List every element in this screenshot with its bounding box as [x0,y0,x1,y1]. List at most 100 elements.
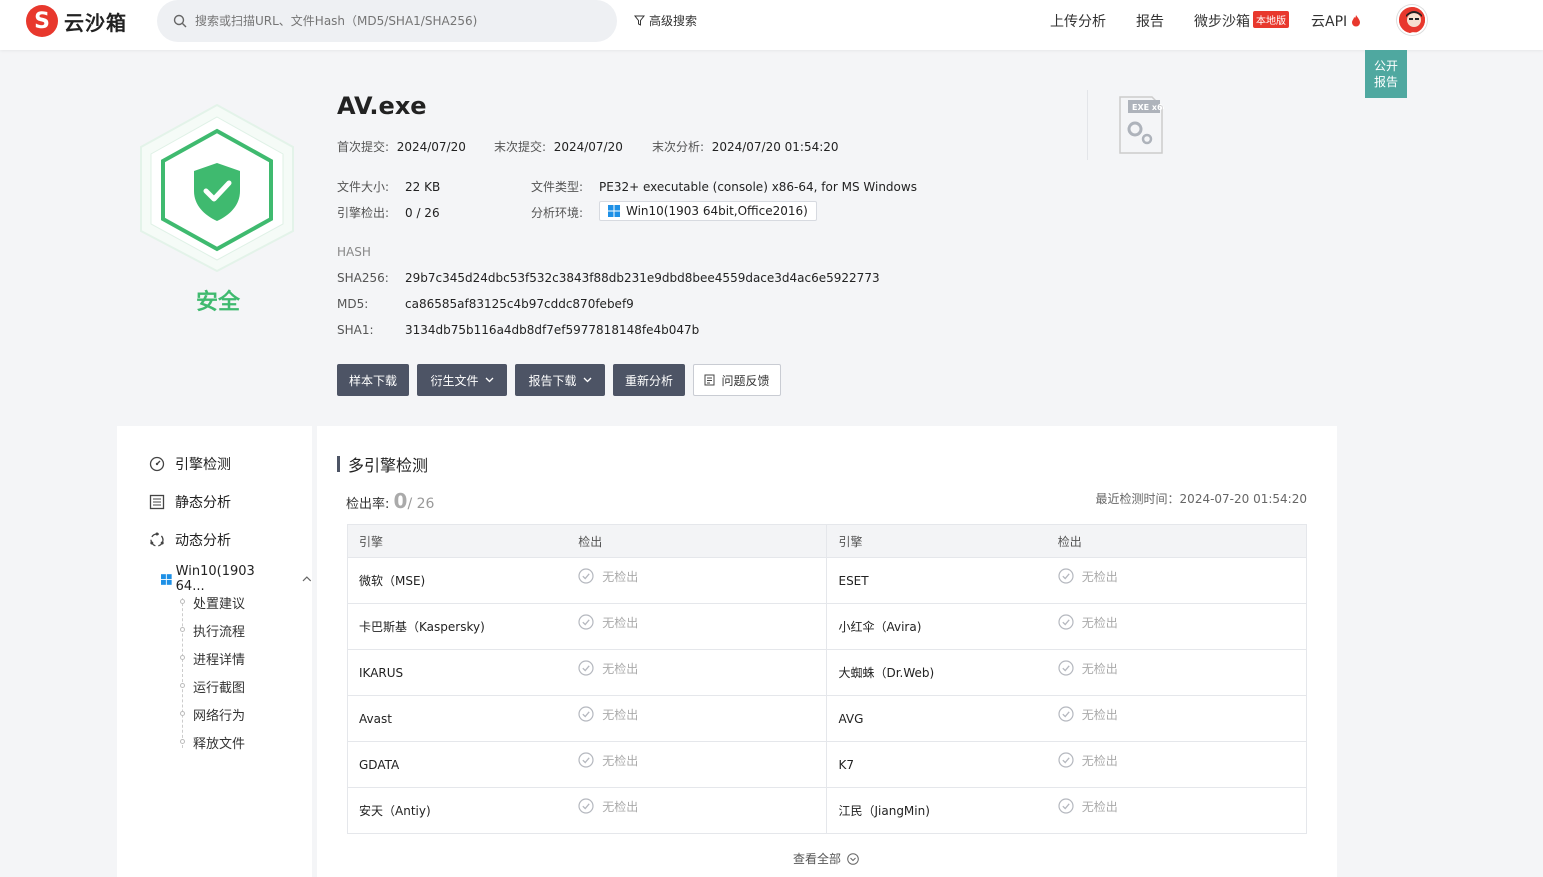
engine-result: 无检出 [1046,741,1307,788]
env-tag[interactable]: Win10(1903 64bit,Office2016) [599,201,817,221]
sidebar-sub-process-details[interactable]: 进程详情 [193,649,245,668]
sha256-value[interactable]: 29b7c345d24dbc53f532c3843f88db231e9dbd8b… [405,271,880,285]
nav-local-sandbox[interactable]: 微步沙箱 本地版 [1194,11,1289,31]
search-input[interactable] [195,14,595,28]
engine-result: 无检出 [1046,787,1307,834]
public-report-button[interactable]: 公开报告 [1365,50,1407,98]
check-circle-icon [578,752,594,768]
verdict-shield [138,103,296,273]
table-row: 安天（Antiy) 无检出 江民（JiangMin) 无检出 [347,787,1307,834]
tree-dot [180,711,185,716]
tree-dot [180,599,185,604]
filter-icon [634,15,645,26]
hash-heading: HASH [337,245,371,259]
exe-file-icon: EXE x64 [1118,95,1169,155]
engine-name: 江民（JiangMin) [826,787,1047,834]
last-detection-time: 最近检测时间：2024-07-20 01:54:20 [1095,492,1307,506]
nav-cloud-api[interactable]: 云API [1311,11,1361,31]
last-analysis: 末次分析: 2024/07/20 01:54:20 [652,140,839,154]
sidebar-env-item[interactable]: Win10(1903 64... [161,564,312,594]
sidebar-sub-execution-flow[interactable]: 执行流程 [193,621,245,640]
search-bar[interactable] [157,0,617,42]
engine-result: 无检出 [567,787,828,834]
sidebar-sub-network[interactable]: 网络行为 [193,705,245,724]
engine-result: 无检出 [1046,603,1307,650]
check-circle-icon [1058,660,1074,676]
first-submit: 首次提交: 2024/07/20 [337,140,466,154]
engine-name: 大蜘蛛（Dr.Web) [826,649,1047,696]
engine-name: 小红伞（Avira) [826,603,1047,650]
sidebar-sub-screenshots[interactable]: 运行截图 [193,677,245,696]
sidebar-item-engine-detection[interactable]: 引擎检测 [149,454,231,474]
check-circle-icon [578,660,594,676]
user-avatar[interactable] [1397,5,1427,35]
tree-dot [180,627,185,632]
col-engine: 引擎 [826,524,1047,558]
engine-name: K7 [826,741,1047,788]
derived-files-button[interactable]: 衍生文件 [417,364,507,396]
cycle-icon [150,532,164,547]
check-circle-icon [1058,798,1074,814]
engine-name: GDATA [347,741,568,788]
engine-result: 无检出 [567,649,828,696]
logo-text: 云沙箱 [64,10,127,35]
download-sample-button[interactable]: 样本下载 [337,364,409,396]
table-row: Avast 无检出 AVG 无检出 [347,695,1307,742]
engine-result: 无检出 [1046,695,1307,742]
engine-name: IKARUS [347,649,568,696]
sidebar-item-dynamic-analysis[interactable]: 动态分析 [149,530,231,550]
download-report-button[interactable]: 报告下载 [515,364,605,396]
engine-name: 安天（Antiy) [347,787,568,834]
windows-icon [161,573,172,585]
feedback-button[interactable]: 问题反馈 [693,364,781,396]
sidebar-item-static-analysis[interactable]: 静态分析 [149,492,231,512]
exe-icon-label: EXE x64 [1132,103,1164,112]
nav-report[interactable]: 报告 [1136,11,1164,31]
engine-result: 无检出 [1046,649,1307,696]
tree-dot [180,683,185,688]
list-icon [149,494,165,510]
advanced-search-link[interactable]: 高级搜索 [634,12,697,29]
shield-hexagon-icon [140,103,294,273]
table-row: IKARUS 无检出 大蜘蛛（Dr.Web) 无检出 [347,649,1307,696]
col-engine: 引擎 [347,524,568,558]
sha1-value[interactable]: 3134db75b116a4db8df7ef5977818148fe4b047b [405,323,699,337]
local-badge: 本地版 [1253,11,1289,28]
table-row: 卡巴斯基（Kaspersky) 无检出 小红伞（Avira) 无检出 [347,603,1307,650]
check-circle-icon [1058,614,1074,630]
file-name: AV.exe [337,92,427,120]
col-result: 检出 [1046,524,1307,558]
sidebar: 引擎检测 静态分析 动态分析 Win10(1903 64... 处置建议 执行流… [117,426,312,877]
engine-name: AVG [826,695,1047,742]
fire-icon [1352,15,1361,27]
engine-detection-panel: 多引擎检测 检出率: 0/ 26 最近检测时间：2024-07-20 01:54… [317,426,1337,877]
engine-name: 微软（MSE) [347,557,568,604]
engine-detect-count: 引擎检出: 0 / 26 [337,206,440,220]
detection-rate: 检出率: 0/ 26 [346,489,435,513]
engine-table: 引擎 检出 引擎 检出 微软（MSE) 无检出 ESET 无检出 卡巴斯基（Kasper… [347,524,1307,834]
md5-row: MD5: ca86585af83125c4b97cddc870febef9 [337,297,634,311]
sidebar-sub-disposal[interactable]: 处置建议 [193,593,245,612]
engine-result: 无检出 [1046,557,1307,604]
md5-value[interactable]: ca86585af83125c4b97cddc870febef9 [405,297,634,311]
sidebar-sub-dropped-files[interactable]: 释放文件 [193,733,245,752]
check-circle-icon [578,798,594,814]
engine-name: 卡巴斯基（Kaspersky) [347,603,568,650]
divider [1087,90,1088,160]
table-row: 微软（MSE) 无检出 ESET 无检出 [347,557,1307,604]
section-title: 多引擎检测 [337,452,428,476]
top-bar: S 云沙箱 高级搜索 上传分析 报告 微步沙箱本地版 云API [0,0,1543,50]
check-circle-icon [1058,752,1074,768]
view-all-button[interactable]: 查看全部 [793,850,859,867]
nav-local-label: 微步沙箱 [1194,14,1250,30]
chevron-up-icon [302,576,312,582]
table-row: GDATA 无检出 K7 无检出 [347,741,1307,788]
check-circle-icon [578,568,594,584]
logo[interactable]: S 云沙箱 [26,5,127,37]
verdict-label: 安全 [195,290,240,315]
logo-icon: S [26,5,58,37]
gauge-icon [149,456,165,472]
nav-upload-analysis[interactable]: 上传分析 [1050,11,1106,31]
engine-result: 无检出 [567,557,828,604]
reanalyze-button[interactable]: 重新分析 [613,364,685,396]
